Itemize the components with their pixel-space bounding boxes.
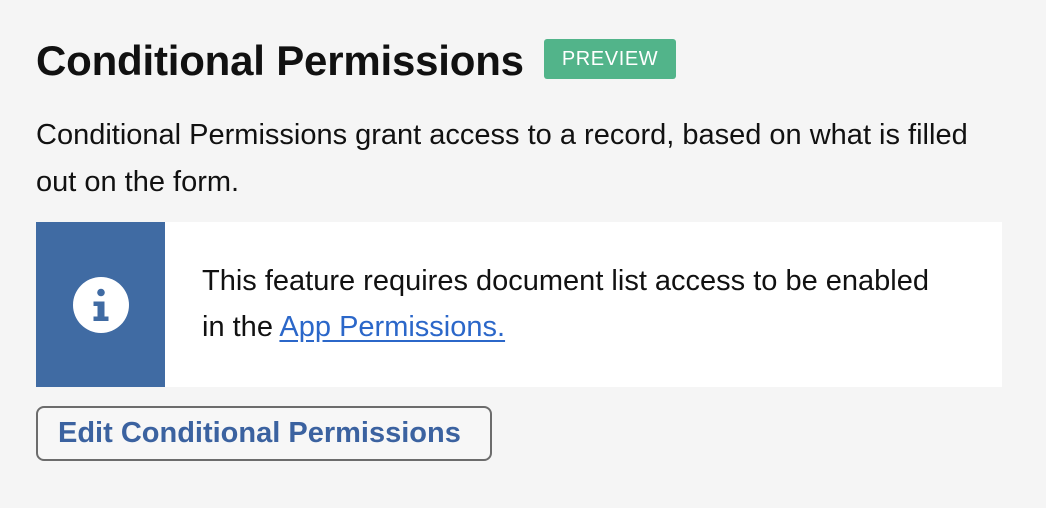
notice-message: This feature requires document list acce… bbox=[165, 222, 942, 387]
section-header: Conditional Permissions PREVIEW bbox=[36, 38, 1010, 84]
edit-conditional-permissions-button[interactable]: Edit Conditional Permissions bbox=[36, 406, 492, 461]
conditional-permissions-section: Conditional Permissions PREVIEW Conditio… bbox=[0, 0, 1046, 508]
info-icon bbox=[72, 276, 129, 333]
app-permissions-link[interactable]: App Permissions. bbox=[279, 311, 505, 343]
page-title: Conditional Permissions bbox=[36, 37, 524, 84]
notice-icon-panel bbox=[36, 222, 165, 387]
preview-badge: PREVIEW bbox=[543, 39, 677, 79]
info-notice: This feature requires document list acce… bbox=[36, 222, 1002, 387]
section-description: Conditional Permissions grant access to … bbox=[36, 119, 968, 198]
